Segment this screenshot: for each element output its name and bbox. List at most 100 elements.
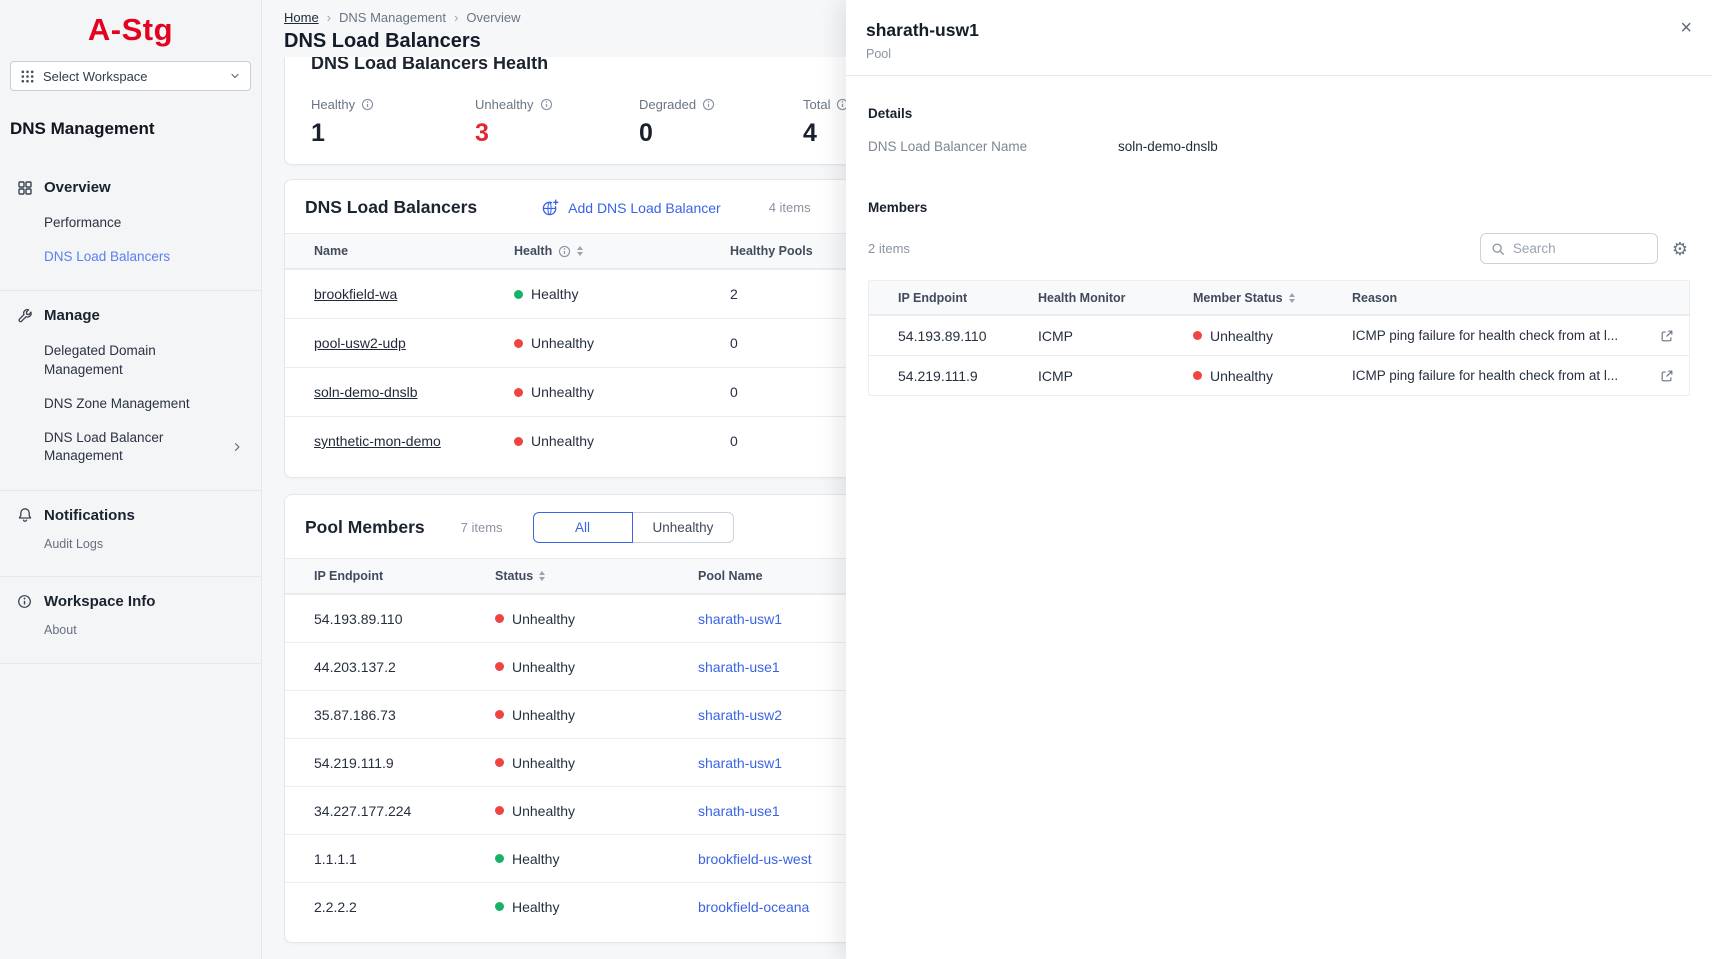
breadcrumb-dns-management[interactable]: DNS Management: [339, 10, 446, 25]
external-link-icon[interactable]: [1645, 316, 1689, 355]
sidebar-item-dns-zone-management[interactable]: DNS Zone Management: [0, 387, 261, 421]
external-link-icon[interactable]: [1645, 356, 1689, 395]
column-header-health[interactable]: Health: [514, 244, 730, 258]
stat-value: 1: [311, 118, 475, 148]
members-toolbar: 2 items ⚙: [868, 233, 1690, 264]
sidebar-item-manage[interactable]: Manage: [0, 297, 261, 334]
info-icon: [540, 98, 553, 111]
status-cell: Healthy: [495, 851, 698, 867]
nav-label: Delegated Domain Management: [44, 342, 204, 378]
search-box: [1480, 233, 1658, 264]
stat-unhealthy: Unhealthy 3: [475, 97, 639, 148]
nav-label: About: [44, 622, 77, 639]
health-label: Healthy: [531, 286, 578, 302]
nav-label: Notifications: [44, 507, 135, 524]
nav-group-notifications: Notifications Audit Logs: [0, 490, 261, 577]
lb-name-link[interactable]: synthetic-mon-demo: [314, 433, 514, 449]
info-icon: [558, 245, 571, 258]
add-button-label: Add DNS Load Balancer: [568, 200, 721, 216]
add-dns-load-balancer-button[interactable]: Add DNS Load Balancer: [541, 198, 721, 217]
status-cell: Unhealthy: [495, 611, 698, 627]
ip-endpoint: 34.227.177.224: [314, 803, 495, 819]
table-row: 54.219.111.9 ICMP Unhealthy ICMP ping fa…: [869, 355, 1689, 395]
sidebar-item-audit-logs[interactable]: Audit Logs: [0, 534, 261, 561]
status-label: Unhealthy: [512, 803, 575, 819]
logo: A-Stg: [0, 0, 261, 48]
lb-name-link[interactable]: soln-demo-dnslb: [314, 384, 514, 400]
nav-label: Overview: [44, 179, 111, 196]
status-label: Unhealthy: [1210, 328, 1273, 344]
info-icon: [702, 98, 715, 111]
status-dot: [495, 662, 504, 671]
status-dot: [495, 758, 504, 767]
items-count: 4 items: [769, 200, 811, 215]
status-dot: [495, 710, 504, 719]
stat-label: Degraded: [639, 97, 696, 112]
status-label: Healthy: [512, 899, 559, 915]
column-header-ip-endpoint: IP Endpoint: [314, 569, 495, 583]
status-filter-tabs: All Unhealthy: [533, 512, 735, 543]
status-dot: [1193, 371, 1202, 380]
status-dot: [495, 902, 504, 911]
tab-unhealthy[interactable]: Unhealthy: [632, 512, 735, 543]
details-heading: Details: [868, 106, 1690, 121]
stat-label: Healthy: [311, 97, 355, 112]
items-count: 2 items: [868, 241, 910, 256]
breadcrumb-home[interactable]: Home: [284, 10, 319, 25]
health-dot: [514, 388, 523, 397]
stat-label: Unhealthy: [475, 97, 534, 112]
ip-endpoint: 54.193.89.110: [314, 611, 495, 627]
sort-icon[interactable]: [577, 246, 583, 256]
ip-endpoint: 54.219.111.9: [898, 368, 1038, 384]
status-cell: Healthy: [495, 899, 698, 915]
detail-label: DNS Load Balancer Name: [868, 139, 1118, 154]
sidebar-item-delegated-domain-management[interactable]: Delegated Domain Management: [0, 334, 261, 386]
stat-degraded: Degraded 0: [639, 97, 803, 148]
column-header-member-status[interactable]: Member Status: [1193, 291, 1352, 305]
items-count: 7 items: [461, 520, 503, 535]
table-row: 54.193.89.110 ICMP Unhealthy ICMP ping f…: [869, 315, 1689, 355]
lb-name-link[interactable]: brookfield-wa: [314, 286, 514, 302]
nav-label: DNS Load Balancers: [44, 248, 170, 266]
drawer-header: sharath-usw1 Pool ×: [846, 0, 1712, 76]
sidebar-item-about[interactable]: About: [0, 620, 261, 647]
info-icon: [361, 98, 374, 111]
nav-label: DNS Zone Management: [44, 395, 190, 413]
search-input[interactable]: [1513, 241, 1647, 256]
member-status-cell: Unhealthy: [1193, 328, 1352, 344]
card-title: Pool Members: [305, 517, 425, 538]
status-dot: [495, 854, 504, 863]
sidebar-item-notifications[interactable]: Notifications: [0, 497, 261, 534]
sidebar: A-Stg Select Workspace DNS Management Ov…: [0, 0, 262, 959]
breadcrumb-overview: Overview: [466, 10, 520, 25]
tab-all[interactable]: All: [533, 512, 633, 543]
bell-icon: [16, 507, 33, 524]
workspace-selector[interactable]: Select Workspace: [10, 61, 251, 91]
wrench-icon: [16, 307, 33, 324]
column-header-status[interactable]: Status: [495, 569, 698, 583]
status-label: Unhealthy: [512, 659, 575, 675]
status-label: Unhealthy: [512, 707, 575, 723]
sidebar-item-dns-load-balancers[interactable]: DNS Load Balancers: [0, 240, 261, 274]
sidebar-item-performance[interactable]: Performance: [0, 206, 261, 240]
table-header-row: IP Endpoint Health Monitor Member Status…: [869, 281, 1689, 315]
column-header-health-monitor: Health Monitor: [1038, 291, 1193, 305]
chevron-down-icon: [229, 70, 241, 82]
sort-icon[interactable]: [539, 571, 545, 581]
reason-text: ICMP ping failure for health check from …: [1352, 368, 1645, 383]
column-header-ip-endpoint: IP Endpoint: [898, 291, 1038, 305]
column-header-reason: Reason: [1352, 291, 1645, 305]
sort-icon[interactable]: [1289, 293, 1295, 303]
gear-icon[interactable]: ⚙: [1672, 240, 1688, 258]
nav-label: Audit Logs: [44, 536, 103, 553]
ip-endpoint: 35.87.186.73: [314, 707, 495, 723]
sidebar-item-workspace-info[interactable]: Workspace Info: [0, 583, 261, 620]
status-dot: [495, 806, 504, 815]
sidebar-item-dns-load-balancer-management[interactable]: DNS Load Balancer Management: [0, 421, 261, 473]
lb-name-link[interactable]: pool-usw2-udp: [314, 335, 514, 351]
nav-group-workspace-info: Workspace Info About: [0, 576, 261, 664]
chevron-right-icon: [231, 441, 243, 453]
health-label: Unhealthy: [531, 335, 594, 351]
close-icon[interactable]: ×: [1680, 18, 1692, 38]
sidebar-item-overview[interactable]: Overview: [0, 169, 261, 206]
